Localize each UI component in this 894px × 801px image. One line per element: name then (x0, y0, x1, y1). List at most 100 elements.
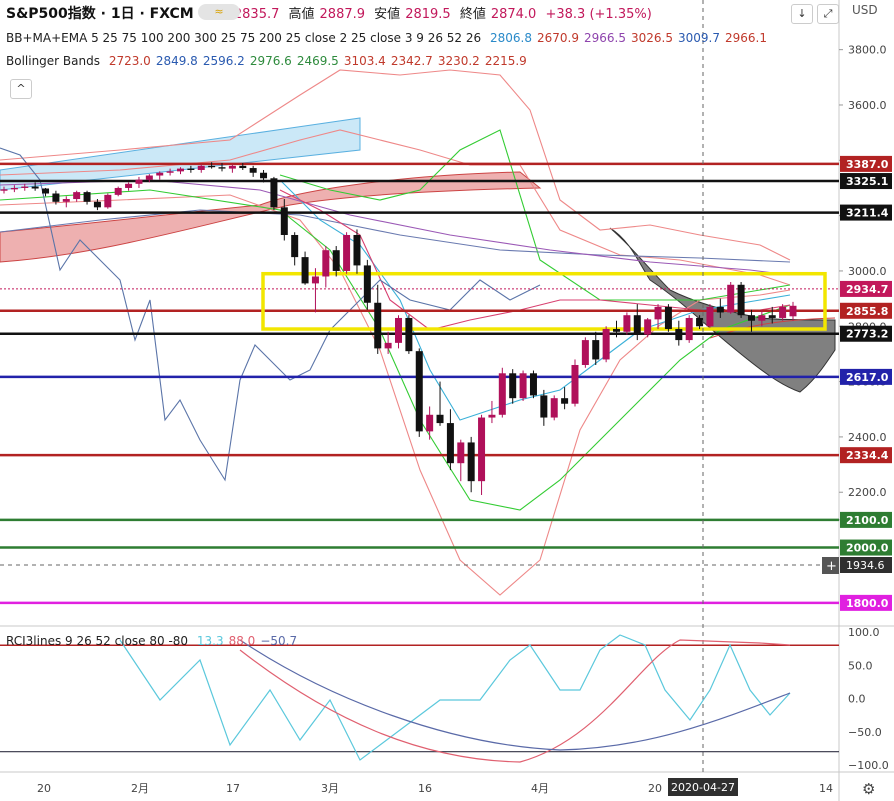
candle-body (93, 201, 101, 208)
high-value: 2887.9 (319, 7, 366, 22)
currency-label: USD (852, 3, 878, 17)
candle-body (602, 329, 610, 360)
candle-body (446, 423, 454, 464)
level-label: 2855.8 (846, 305, 888, 318)
compare-toggle-icon[interactable]: ≈ (198, 4, 240, 20)
candle-body (363, 265, 371, 303)
candle-body (125, 183, 133, 188)
bbma-value: 3009.7 (677, 31, 720, 45)
level-label: 2617.0 (846, 371, 889, 384)
time-tick-label: 20 (37, 782, 51, 795)
collapse-legend-button[interactable]: ^ (10, 79, 32, 99)
bb-value: 2976.6 (249, 54, 292, 68)
candle-body (478, 417, 486, 482)
bbma-value: 2966.1 (724, 31, 767, 45)
time-tick-label: 17 (226, 782, 240, 795)
candle-body (135, 179, 143, 184)
rci-value: 88.0 (228, 634, 256, 648)
rci-tick-label: −50.0 (848, 726, 882, 739)
candle-body (633, 315, 641, 335)
candle-body (457, 442, 465, 464)
candle-body (509, 373, 517, 399)
chart-background (0, 0, 894, 801)
candle-body (644, 319, 652, 335)
fullscreen-icon[interactable]: ⤢ (817, 4, 839, 24)
candle-body (176, 168, 184, 172)
candle-body (571, 364, 579, 404)
candle-body (42, 188, 50, 194)
candle-body (685, 317, 693, 341)
price-tick-label: 2400.0 (848, 431, 887, 444)
price-tick-label: 2200.0 (848, 486, 887, 499)
candle-body (550, 398, 558, 418)
candle-body (529, 373, 537, 396)
candle-body (706, 306, 714, 327)
candle-body (332, 250, 340, 271)
time-tick-label: 4月 (531, 782, 549, 795)
level-label: 2100.0 (846, 514, 889, 527)
bb-value: 2849.8 (155, 54, 198, 68)
candle-body (436, 414, 444, 424)
candle-body (208, 165, 216, 168)
candle-body (228, 165, 236, 169)
candle-body (789, 305, 797, 317)
candle-body (353, 234, 361, 266)
candle-body (623, 315, 631, 332)
candle-body (31, 186, 39, 189)
rci-tick-label: 50.0 (848, 659, 873, 672)
bbma-legend[interactable]: BB+MA+EMA 5 25 75 100 200 300 25 75 200 … (6, 31, 777, 45)
close-value: 2874.0 (490, 7, 537, 22)
low-value: 2819.5 (405, 7, 451, 22)
candle-body (156, 172, 164, 176)
download-icon[interactable]: ↓ (791, 4, 813, 24)
candle-body (280, 207, 288, 235)
candle-body (21, 186, 29, 188)
candle-body (675, 329, 683, 341)
bollinger-legend[interactable]: Bollinger Bands 2723.0 2849.8 2596.2 2976.6… (6, 54, 537, 68)
rci-legend-values: 13.3 88.0 −50.7 (197, 634, 302, 648)
candle-body (498, 373, 506, 415)
candle-body (0, 189, 8, 191)
candle-body (73, 192, 81, 200)
candle-body (758, 315, 766, 321)
settings-gear-icon[interactable]: ⚙ (862, 780, 875, 798)
time-tick-label: 20 (648, 782, 662, 795)
candle-body (405, 317, 413, 352)
candle-body (613, 329, 621, 332)
candle-body (83, 192, 91, 202)
cursor-price-label: 1934.6 (846, 559, 885, 572)
bollinger-legend-values: 2723.0 2849.8 2596.2 2976.6 2469.5 3103.4 2342… (109, 54, 532, 68)
rci-value: −50.7 (260, 634, 298, 648)
high-label: 高値 (288, 7, 315, 22)
open-value: 2835.7 (233, 7, 280, 22)
candle-body (301, 257, 309, 284)
candle-body (197, 165, 205, 170)
price-tick-label: 3800.0 (848, 44, 887, 57)
candle-body (62, 199, 70, 202)
candle-body (779, 306, 787, 318)
rci-legend[interactable]: RCI3lines 9 26 52 close 80 -80 13.3 88.0−… (6, 634, 307, 648)
rci-legend-name: RCI3lines 9 26 52 close 80 -80 (6, 634, 189, 648)
bb-value: 3230.2 (437, 54, 480, 68)
crosshair-plus-icon: + (826, 559, 837, 574)
candle-body (270, 178, 278, 208)
candle-body (737, 284, 745, 316)
candle-body (654, 306, 662, 320)
price-chart[interactable]: 2100.02200.02400.02600.02800.03000.03200… (0, 0, 894, 801)
time-tick-label: 16 (418, 782, 432, 795)
bbma-legend-name: BB+MA+EMA 5 25 75 100 200 300 25 75 200 … (6, 31, 482, 45)
candle-body (415, 351, 423, 432)
candle-body (52, 193, 60, 202)
change-value: +38.3 (+1.35%) (545, 7, 652, 22)
bb-value: 3103.4 (343, 54, 386, 68)
rci-tick-label: 0.0 (848, 693, 866, 706)
candle-body (664, 306, 672, 330)
candle-body (114, 187, 122, 195)
close-label: 終値 (459, 7, 486, 22)
cursor-date-label: 2020-04-27 (671, 781, 735, 794)
bbma-value: 2670.9 (536, 31, 579, 45)
rci-tick-label: 100.0 (848, 626, 880, 639)
time-tick-label: 14 (819, 782, 833, 795)
candle-body (727, 284, 735, 313)
candle-body (145, 175, 153, 180)
